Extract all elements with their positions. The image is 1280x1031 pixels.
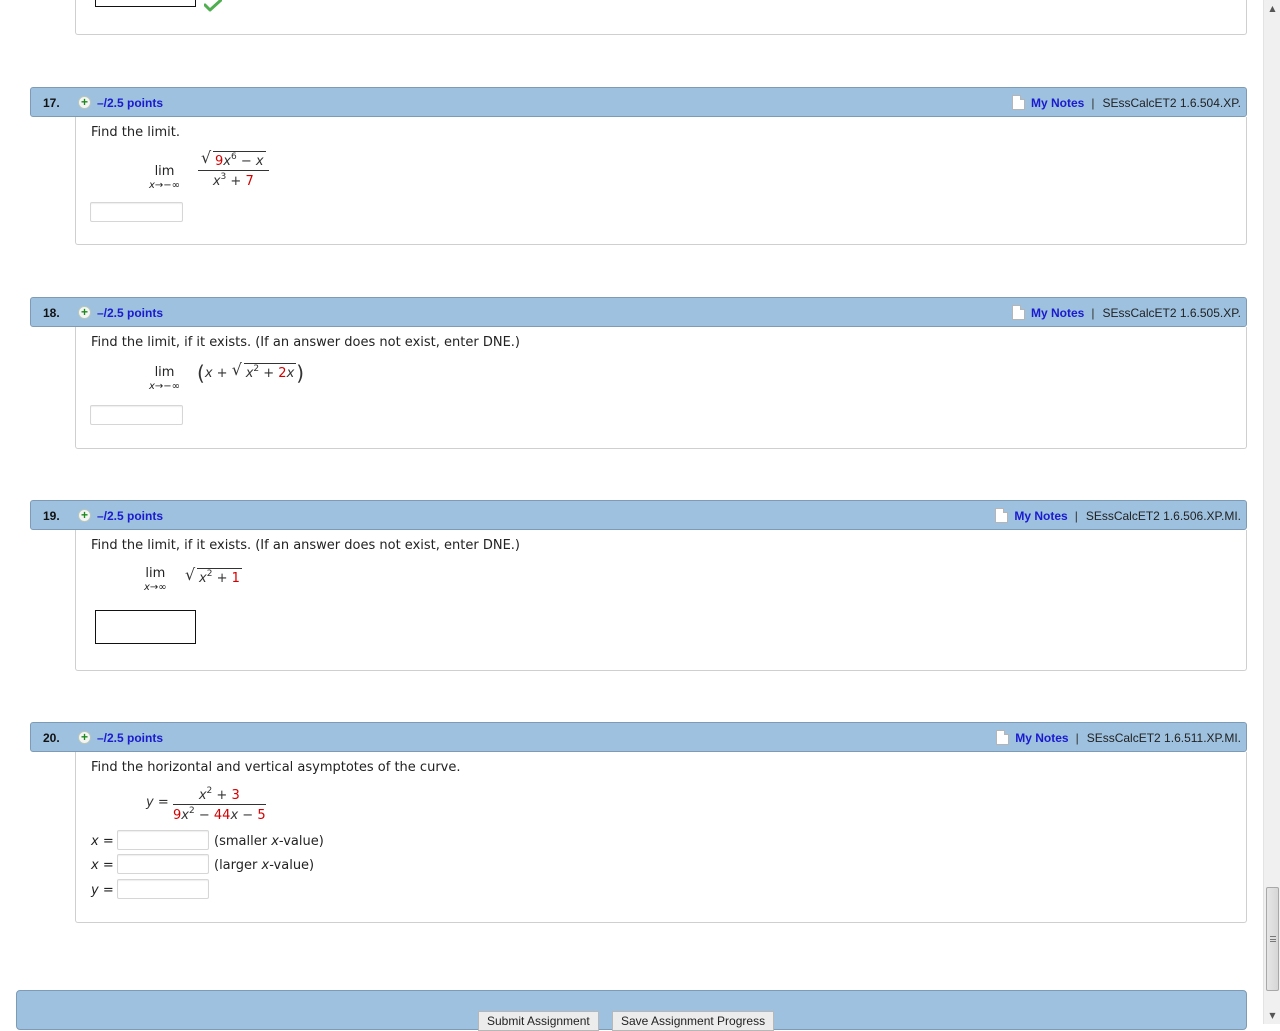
limit-body: (x + √ x2 + 2x)	[197, 360, 305, 385]
save-progress-button[interactable]: Save Assignment Progress	[612, 1011, 775, 1031]
footer-bar: Submit Assignment Save Assignment Progre…	[16, 990, 1247, 1031]
separator: |	[1091, 95, 1095, 110]
points-label[interactable]: –/2.5 points	[97, 731, 163, 745]
question-header: 19. + –/2.5 points My Notes | SEssCalcET…	[30, 500, 1247, 530]
answer-input[interactable]	[90, 405, 183, 425]
horizontal-y-input[interactable]	[117, 879, 209, 899]
note-icon[interactable]	[1012, 95, 1025, 110]
lim-subscript: x→−∞	[149, 381, 181, 392]
my-notes-link[interactable]: My Notes	[1014, 509, 1067, 523]
question-number: 19.	[43, 509, 60, 523]
question-body: Find the limit. lim x→−∞ √ 9x6 − x x3 + …	[75, 117, 1247, 245]
question-meta: My Notes | SEssCalcET2 1.6.511.XP.MI.	[996, 730, 1241, 745]
question-body: Find the limit, if it exists. (If an ans…	[75, 327, 1247, 449]
answer-input[interactable]	[95, 610, 196, 644]
points-label[interactable]: –/2.5 points	[97, 96, 163, 110]
row-label: x =	[91, 858, 114, 873]
check-icon	[204, 0, 222, 12]
vertical-scrollbar[interactable]: ▲ ▼	[1263, 0, 1280, 1024]
lim-text: lim	[154, 164, 175, 179]
grip-icon	[1270, 936, 1276, 942]
fraction: x2 + 3 9x2 − 44x − 5	[173, 786, 266, 823]
my-notes-link[interactable]: My Notes	[1031, 306, 1084, 320]
question-prompt: Find the limit, if it exists. (If an ans…	[91, 538, 520, 553]
fraction: √ 9x6 − x x3 + 7	[198, 148, 269, 189]
question-20: 20. + –/2.5 points My Notes | SEssCalcET…	[30, 722, 1247, 923]
question-code: SEssCalcET2 1.6.504.XP.	[1102, 95, 1241, 110]
limit-expression: lim x→∞	[144, 566, 167, 593]
question-17: 17. + –/2.5 points My Notes | SEssCalcET…	[30, 87, 1247, 245]
lim-text: lim	[145, 566, 166, 581]
row-label: y =	[91, 883, 114, 898]
lim-text: lim	[154, 365, 175, 380]
limit-expression: lim x→−∞	[149, 164, 180, 191]
question-number: 20.	[43, 731, 60, 745]
lim-subscript: x→∞	[144, 582, 167, 593]
expand-plus-icon[interactable]: +	[78, 306, 91, 319]
separator: |	[1075, 730, 1079, 745]
limit-expression: lim x→−∞	[149, 365, 180, 392]
question-body: Find the horizontal and vertical asympto…	[75, 752, 1247, 923]
question-meta: My Notes | SEssCalcET2 1.6.504.XP.	[1012, 95, 1241, 110]
larger-x-input[interactable]	[117, 854, 209, 874]
question-number: 17.	[43, 96, 60, 110]
separator: |	[1074, 508, 1078, 523]
row-label: x =	[91, 834, 114, 849]
previous-answer-input[interactable]	[95, 0, 196, 7]
note-icon[interactable]	[995, 508, 1009, 523]
question-number: 18.	[43, 306, 60, 320]
separator: |	[1091, 305, 1095, 320]
question-header: 17. + –/2.5 points My Notes | SEssCalcET…	[30, 87, 1247, 117]
scroll-thumb[interactable]	[1266, 887, 1279, 991]
equation-lhs: y =	[146, 795, 169, 810]
question-prompt: Find the limit.	[91, 125, 180, 140]
lim-subscript: x→−∞	[149, 180, 181, 191]
points-label[interactable]: –/2.5 points	[97, 306, 163, 320]
scroll-down-arrow-icon[interactable]: ▼	[1264, 1007, 1280, 1024]
question-code: SEssCalcET2 1.6.506.XP.MI.	[1085, 508, 1241, 523]
sqrt: √ x2 + 1	[185, 565, 242, 586]
question-code: SEssCalcET2 1.6.505.XP.	[1102, 305, 1241, 320]
question-prompt: Find the limit, if it exists. (If an ans…	[91, 335, 520, 350]
expand-plus-icon[interactable]: +	[78, 509, 91, 522]
note-icon[interactable]	[996, 730, 1010, 745]
submit-assignment-button[interactable]: Submit Assignment	[478, 1011, 599, 1031]
row-hint: (smaller x-value)	[214, 834, 324, 849]
my-notes-link[interactable]: My Notes	[1015, 731, 1068, 745]
smaller-x-input[interactable]	[117, 830, 209, 850]
answer-input[interactable]	[90, 202, 183, 222]
note-icon[interactable]	[1012, 305, 1025, 320]
question-code: SEssCalcET2 1.6.511.XP.MI.	[1086, 730, 1241, 745]
assignment-page: 17. + –/2.5 points My Notes | SEssCalcET…	[0, 0, 1263, 1031]
sqrt: √ x2 + 2x	[231, 360, 297, 381]
question-prompt: Find the horizontal and vertical asympto…	[91, 760, 461, 775]
question-19: 19. + –/2.5 points My Notes | SEssCalcET…	[30, 500, 1247, 671]
row-hint: (larger x-value)	[214, 858, 315, 873]
question-body: Find the limit, if it exists. (If an ans…	[75, 530, 1247, 671]
sqrt: √ 9x6 − x	[201, 148, 266, 169]
question-meta: My Notes | SEssCalcET2 1.6.506.XP.MI.	[995, 508, 1241, 523]
previous-question-body	[75, 0, 1247, 35]
scroll-up-arrow-icon[interactable]: ▲	[1264, 0, 1280, 17]
expand-plus-icon[interactable]: +	[78, 731, 91, 744]
points-label[interactable]: –/2.5 points	[97, 509, 163, 523]
expand-plus-icon[interactable]: +	[78, 96, 91, 109]
my-notes-link[interactable]: My Notes	[1031, 96, 1084, 110]
limit-body: √ x2 + 1	[185, 565, 242, 586]
question-header: 20. + –/2.5 points My Notes | SEssCalcET…	[30, 722, 1247, 752]
question-meta: My Notes | SEssCalcET2 1.6.505.XP.	[1012, 305, 1241, 320]
question-header: 18. + –/2.5 points My Notes | SEssCalcET…	[30, 297, 1247, 327]
question-18: 18. + –/2.5 points My Notes | SEssCalcET…	[30, 297, 1247, 449]
